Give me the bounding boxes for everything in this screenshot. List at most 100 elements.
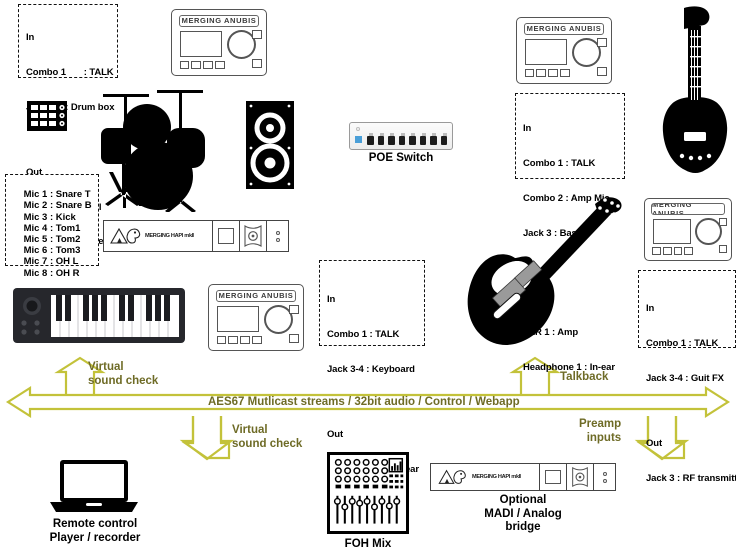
anubis-device-drums[interactable]: MERGING ANUBIS [171,9,267,76]
mic-line-4: Mic 4 : Tom1 [23,222,81,234]
caption-foh-mix: FOH Mix [344,538,392,550]
anubis-side-button-top[interactable] [289,305,299,314]
anubis-side-button-bottom[interactable] [252,59,262,68]
bass-guitar-icon [660,6,730,182]
infobox-drums-in-header: In [26,32,35,44]
infobox-keyboard-out-header: Out [327,428,344,440]
infobox-keyboard-in-line-1: Combo 1 : TALK [327,328,400,340]
anubis-function-buttons[interactable] [179,60,225,70]
anubis-screen [652,219,691,244]
foh-mixer-icon [327,452,409,534]
infobox-bass-in-header: In [523,123,532,135]
poe-port[interactable] [430,133,437,145]
anubis-screen [525,39,567,66]
poe-status-led [355,136,362,143]
caption-madi-bridge: Optional MADI / Analog bridge [484,494,562,533]
infobox-keyboard-in-header: In [327,294,336,306]
anubis-brand-label: MERGING ANUBIS [178,14,260,27]
arrow-label-virtual-sound-check-top: Virtual sound check [88,361,159,387]
poe-port[interactable] [409,133,416,145]
rack-brand-label: MERGING HAPI mkII [472,474,522,480]
monitor-speaker-icon [245,100,295,190]
infobox-keyboard-in-line-2: Jack 3-4 : Keyboard [327,363,415,375]
rack-brand-label: MERGING HAPI mkII [145,233,195,239]
infobox-bass-out-line-2: Headphone 1 : In-ear [523,362,615,374]
mic-line-5: Mic 5 : Tom2 [23,234,81,246]
infobox-guitar-out-header: Out [646,437,663,449]
arrow-label-virtual-sound-check-bottom: Virtual sound check [232,424,303,450]
anubis-function-buttons[interactable] [651,246,694,255]
infobox-drums: In Combo 1 : TALK Jack 3-4 : Drum box Ou… [18,4,118,247]
anubis-device-bass[interactable]: MERGING ANUBIS [516,17,612,84]
anubis-side-button-bottom[interactable] [597,67,607,76]
anubis-side-button-bottom[interactable] [718,245,728,254]
infobox-guitar-in-line-1: Combo 1 : TALK [646,337,719,349]
anubis-rotary-knob[interactable] [571,38,601,68]
poe-port[interactable] [377,133,384,145]
infobox-bass-in-line-1: Combo 1 : TALK [523,157,596,169]
rack-led-1 [602,471,607,476]
anubis-side-button-bottom[interactable] [289,334,299,343]
infobox-keyboard: In Combo 1 : TALK Jack 3-4 : Keyboard Ou… [319,260,425,475]
rack-led-2 [602,478,607,483]
rack-logo-cell: MERGING HAPI mkII [104,221,214,251]
mic-line-2: Mic 2 : Snare B [23,200,92,212]
anubis-function-buttons[interactable] [216,335,262,345]
mic-line-1: Mic 1 : Snare T [23,189,91,201]
poe-port[interactable] [398,133,405,145]
rack-knob-cell[interactable] [567,464,595,490]
infobox-guitar: In Combo 1 : TALK Jack 3-4 : Guit FX Out… [638,270,736,484]
merging-logo-icon [110,227,141,244]
rack-display-cell [540,464,568,490]
anubis-side-button-top[interactable] [252,30,262,39]
drum-module-icon [26,100,68,132]
anubis-rotary-knob[interactable] [226,30,256,60]
electric-guitar-icon [455,190,635,350]
mic-line-8: Mic 8 : OH R [23,267,80,279]
hapi-rack-unit-stage[interactable]: MERGING HAPI mkII [103,220,289,252]
infobox-guitar-out-line-1: Jack 3 : RF transmitter [646,472,736,484]
anubis-screen [180,31,222,58]
infobox-bass: In Combo 1 : TALK Combo 2 : Amp Mic Jack… [515,93,625,373]
rack-display-cell [213,221,241,251]
rack-knob-icon [244,225,262,247]
anubis-rotary-knob[interactable] [263,305,293,335]
arrow-label-preamp-inputs: Preamp inputs [579,418,622,444]
mic-line-7: Mic 7 : OH L [23,256,79,268]
merging-logo-icon [438,469,466,484]
mic-line-3: Mic 3 : Kick [23,211,76,223]
poe-switch-label: POE Switch [368,152,434,164]
midi-keyboard-icon [13,288,185,343]
anubis-brand-label: MERGING ANUBIS [215,289,297,302]
anubis-brand-label: MERGING ANUBIS [651,203,725,215]
infobox-guitar-in-header: In [646,303,655,315]
anubis-device-keyboard[interactable]: MERGING ANUBIS [208,284,304,351]
poe-switch-device[interactable] [349,122,453,150]
poe-power-led [356,127,360,131]
rack-indicator-cell [267,221,288,251]
anubis-side-button-top[interactable] [718,217,728,226]
infobox-guitar-in-line-2: Jack 3-4 : Guit FX [646,372,724,384]
anubis-side-button-top[interactable] [597,38,607,47]
mic-line-6: Mic 6 : Tom3 [23,245,81,257]
anubis-brand-label: MERGING ANUBIS [523,22,605,35]
madi-bridge-rack-unit[interactable]: MERGING HAPI mkII [430,463,616,491]
rack-led-2 [275,237,280,242]
anubis-device-guitar[interactable]: MERGING ANUBIS [644,198,732,261]
anubis-rotary-knob[interactable] [694,217,722,246]
rack-knob-icon [572,466,589,488]
rack-logo-cell: MERGING HAPI mkII [431,464,541,490]
diagram-canvas: AES67 Mutlicast streams / 32bit audio / … [0,0,736,550]
anubis-screen [217,306,259,333]
rack-knob-cell[interactable] [240,221,268,251]
anubis-function-buttons[interactable] [524,68,570,78]
rack-indicator-cell [594,464,615,490]
infobox-mic-list: Mic 1 : Snare T Mic 2 : Snare B Mic 3 : … [5,174,99,279]
poe-port[interactable] [367,133,374,145]
caption-remote-control: Remote control Player / recorder [49,518,141,544]
poe-port[interactable] [419,133,426,145]
rack-led-1 [275,230,280,235]
poe-port[interactable] [440,133,447,145]
poe-port[interactable] [388,133,395,145]
laptop-icon [48,458,140,514]
